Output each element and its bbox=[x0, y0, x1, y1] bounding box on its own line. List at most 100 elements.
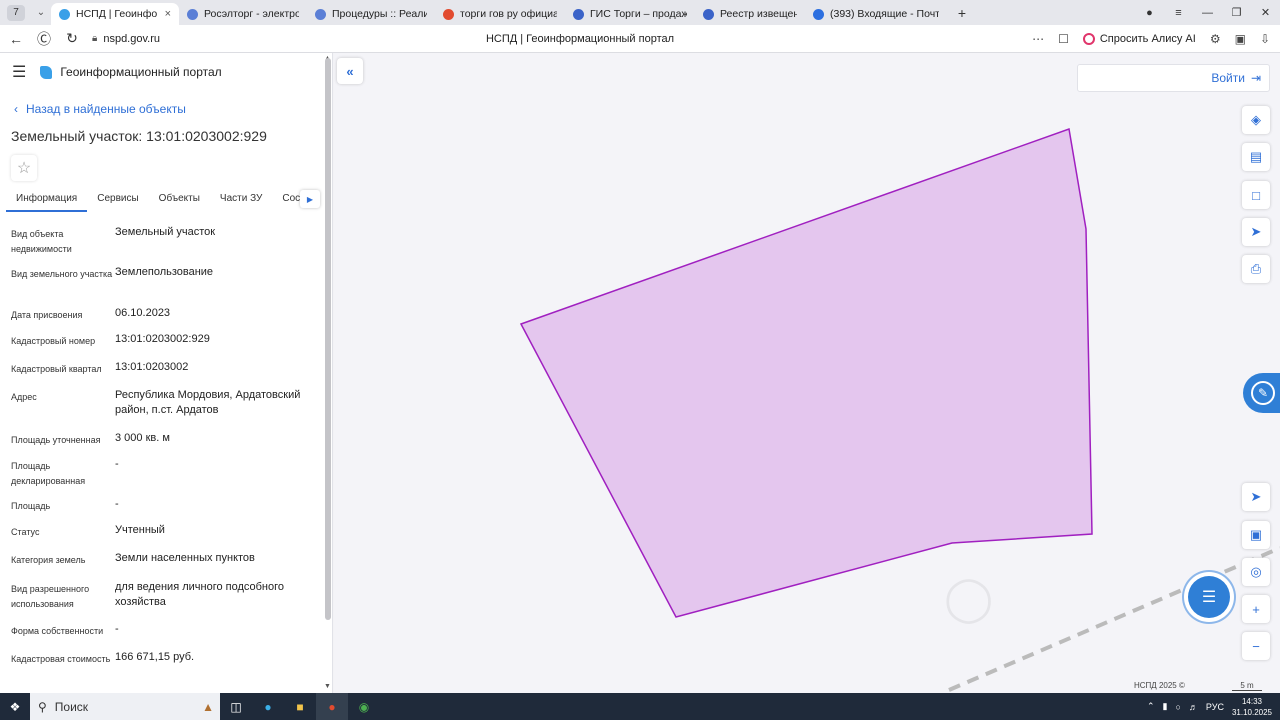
select-area-icon[interactable]: □ bbox=[1242, 181, 1270, 209]
property-value: для ведения личного подсобного хозяйства bbox=[115, 581, 285, 608]
panel-tab[interactable]: Объекты bbox=[149, 190, 210, 212]
navigate-icon[interactable]: ➤ bbox=[1242, 483, 1270, 511]
volume-icon[interactable]: ♬ bbox=[1189, 702, 1198, 712]
tray-expand-icon[interactable]: ⌃ bbox=[1147, 701, 1155, 712]
property-row: Площадь - bbox=[0, 497, 332, 523]
yandex-browser-icon[interactable]: ● bbox=[316, 693, 348, 720]
more-icon[interactable]: ⋯ bbox=[1032, 32, 1044, 46]
site-favicon-icon bbox=[315, 8, 326, 20]
close-tab-icon[interactable]: × bbox=[165, 8, 171, 20]
browser-tab[interactable]: НСПД | Геоинформацио × bbox=[51, 3, 179, 25]
language-indicator[interactable]: РУС bbox=[1206, 702, 1224, 712]
property-row: Категория земель Земли населенных пунктов bbox=[0, 551, 332, 580]
minimize-button[interactable]: — bbox=[1193, 7, 1222, 19]
chevron-down-icon[interactable]: ⌄ bbox=[31, 5, 51, 21]
property-key: Кадастровый квартал bbox=[11, 364, 102, 374]
tab-count-badge[interactable]: 7 bbox=[7, 4, 25, 21]
land-parcel-polygon[interactable] bbox=[519, 127, 1093, 618]
chevron-left-icon: ‹ bbox=[14, 102, 18, 116]
file-explorer-icon[interactable]: ■ bbox=[284, 693, 316, 720]
clock-time: 14:33 bbox=[1241, 696, 1262, 706]
ask-alice-button[interactable]: Спросить Алису AI bbox=[1082, 33, 1196, 45]
login-button[interactable]: Войти ⇥ bbox=[1077, 64, 1270, 92]
browser-tab[interactable]: Процедуры :: Реализаци bbox=[307, 3, 435, 25]
collapse-panel-button[interactable]: « bbox=[337, 58, 363, 84]
object-title: Земельный участок: 13:01:0203002:929 bbox=[11, 128, 267, 144]
alice-label: Спросить Алису AI bbox=[1099, 33, 1196, 45]
browser-tab[interactable]: Росэлторг - электронная bbox=[179, 3, 307, 25]
browser-tab[interactable]: Реестр извещений bbox=[695, 3, 805, 25]
tabs-scroll-right-icon[interactable]: ▶ bbox=[300, 190, 320, 208]
chrome-icon[interactable]: ◉ bbox=[348, 693, 380, 720]
clock[interactable]: 14:33 31.10.2025 bbox=[1232, 696, 1272, 718]
panel-tab[interactable]: Информация bbox=[6, 190, 88, 212]
chat-button[interactable]: ☰ bbox=[1188, 576, 1230, 618]
property-row: Кадастровый номер 13:01:0203002:929 bbox=[0, 332, 332, 360]
panel-scrollbar[interactable] bbox=[325, 58, 331, 620]
layers-icon[interactable]: ◈ bbox=[1242, 106, 1270, 134]
favorite-star-icon[interactable]: ☆ bbox=[11, 155, 37, 181]
collections-icon[interactable]: ▣ bbox=[1235, 32, 1246, 46]
back-to-results-link[interactable]: ‹ Назад в найденные объекты bbox=[14, 102, 332, 116]
property-row: Кадастровая стоимость 166 671,15 руб. bbox=[0, 650, 332, 690]
scroll-down-arrow[interactable]: ▼ bbox=[324, 683, 331, 690]
download-icon[interactable]: ⇩ bbox=[1260, 32, 1270, 46]
site-favicon-icon bbox=[703, 8, 714, 20]
map-canvas[interactable]: ◯ « Войти ⇥ ◈ ▤ □ ➤ ⎙ ✎ ➤ ▣ ◎ + − ☰ НСПД… bbox=[334, 53, 1280, 693]
network-icon[interactable]: ○ bbox=[1175, 702, 1180, 712]
locate-icon[interactable]: ◎ bbox=[1242, 558, 1270, 586]
feedback-icon: ✎ bbox=[1251, 381, 1275, 405]
camel-icon: ▲ bbox=[202, 699, 214, 714]
new-tab-button[interactable]: + bbox=[953, 4, 971, 22]
browser-tab[interactable]: ГИС Торги – продажи гос bbox=[565, 3, 695, 25]
ruler-icon[interactable]: ▤ bbox=[1242, 143, 1270, 171]
maximize-button[interactable]: ❐ bbox=[1222, 6, 1251, 19]
profile-icon[interactable]: ● bbox=[1135, 7, 1164, 19]
menu-icon[interactable]: ≡ bbox=[1164, 7, 1193, 19]
search-label: Поиск bbox=[54, 699, 89, 714]
system-tray: ⌃ ▮ ○ ♬ РУС 14:33 31.10.2025 bbox=[1147, 693, 1272, 720]
panel-tab[interactable]: Части ЗУ bbox=[210, 190, 272, 212]
bookmark-icon[interactable]: ☐ bbox=[1058, 32, 1069, 46]
zoom-in-button[interactable]: + bbox=[1242, 595, 1270, 623]
minimap-icon[interactable]: ▣ bbox=[1242, 521, 1270, 549]
taskbar-search[interactable]: ⚲ Поиск ▲ bbox=[30, 693, 220, 720]
windows-start-icon[interactable]: ❖ bbox=[0, 693, 30, 720]
battery-icon[interactable]: ▮ bbox=[1163, 701, 1168, 712]
property-row: Площадь декларированная - bbox=[0, 457, 332, 497]
property-row: Площадь уточненная 3 000 кв. м bbox=[0, 431, 332, 457]
share-icon[interactable]: ➤ bbox=[1242, 218, 1270, 246]
property-key: Дата присвоения bbox=[11, 310, 83, 320]
property-value: Учтенный bbox=[115, 524, 165, 536]
property-value: - bbox=[115, 458, 119, 470]
print-icon[interactable]: ⎙ bbox=[1242, 255, 1270, 283]
browser-tab[interactable]: торги гов ру официальн bbox=[435, 3, 565, 25]
feedback-widget[interactable]: ✎ bbox=[1243, 373, 1280, 413]
properties-list: Вид объекта недвижимости Земельный участо… bbox=[0, 225, 332, 690]
property-value: - bbox=[115, 498, 119, 510]
reload-icon[interactable]: ↻ bbox=[58, 26, 86, 52]
tab-label: ГИС Торги – продажи гос bbox=[590, 8, 687, 20]
task-view-icon[interactable]: ◫ bbox=[220, 693, 252, 720]
panel-tab[interactable]: Сервисы bbox=[87, 190, 148, 212]
browser-tab[interactable]: (393) Входящие - Почта М bbox=[805, 3, 947, 25]
property-key: Адрес bbox=[11, 392, 37, 402]
extensions-icon[interactable]: ⚙ bbox=[1210, 32, 1221, 46]
zoom-out-button[interactable]: − bbox=[1242, 632, 1270, 660]
login-icon: ⇥ bbox=[1250, 71, 1261, 85]
tab-label: (393) Входящие - Почта М bbox=[830, 8, 939, 20]
back-icon[interactable]: ← bbox=[2, 26, 30, 52]
address-bar: ← Ⓒ ↻ 🔒︎ nspd.gov.ru НСПД | Геоинформаци… bbox=[0, 25, 1280, 53]
property-key: Кадастровая стоимость bbox=[11, 654, 111, 664]
url-text: nspd.gov.ru bbox=[103, 32, 160, 45]
url-field[interactable]: 🔒︎ nspd.gov.ru bbox=[92, 33, 160, 45]
close-window-button[interactable]: ✕ bbox=[1251, 6, 1280, 19]
property-key: Форма собственности bbox=[11, 626, 104, 636]
portal-logo[interactable]: Геоинформационный портал bbox=[40, 65, 222, 79]
edge-icon[interactable]: ● bbox=[252, 693, 284, 720]
yandex-icon[interactable]: Ⓒ bbox=[30, 26, 58, 52]
hamburger-menu-icon[interactable]: ☰ bbox=[12, 62, 26, 82]
property-row: Кадастровый квартал 13:01:0203002 bbox=[0, 360, 332, 388]
property-value: 06.10.2023 bbox=[115, 307, 171, 319]
property-row: Вид земельного участка Землепользование bbox=[0, 265, 332, 306]
